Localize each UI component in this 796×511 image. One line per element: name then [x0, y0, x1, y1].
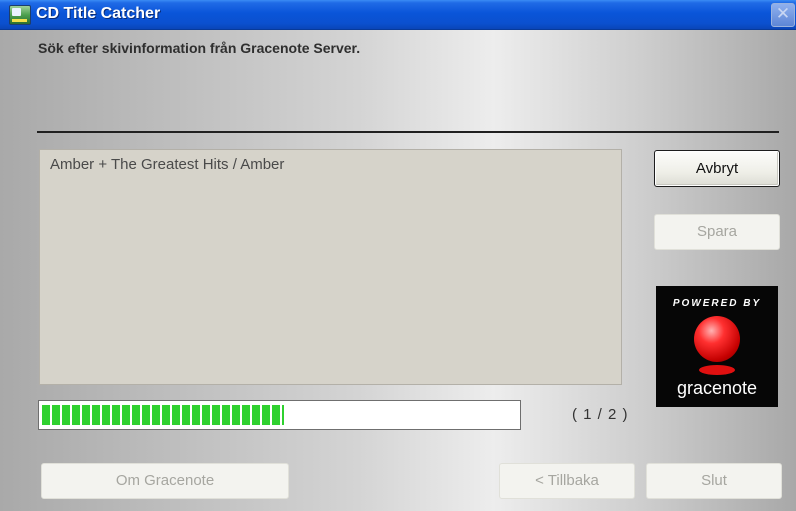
app-icon[interactable]	[9, 5, 31, 25]
back-button[interactable]: < Tillbaka	[499, 463, 635, 499]
about-gracenote-button[interactable]: Om Gracenote	[41, 463, 289, 499]
gracenote-ball-icon	[694, 316, 740, 362]
title-bar[interactable]: CD Title Catcher ✕	[0, 0, 796, 30]
gracenote-logo: POWERED BY gracenote	[656, 286, 778, 407]
window-title: CD Title Catcher	[36, 5, 161, 22]
progress-bar	[38, 400, 521, 430]
close-icon[interactable]: ✕	[771, 3, 795, 27]
result-list[interactable]: Amber + The Greatest Hits / Amber	[39, 149, 622, 385]
logo-tagline: POWERED BY	[672, 298, 762, 309]
cancel-button[interactable]: Avbryt	[654, 150, 780, 187]
finish-button[interactable]: Slut	[646, 463, 782, 499]
gracenote-base-icon	[699, 365, 735, 375]
save-button[interactable]: Spara	[654, 214, 780, 250]
cd-title-catcher-window: CD Title Catcher ✕ Sök efter skivinforma…	[0, 0, 796, 511]
list-item[interactable]: Amber + The Greatest Hits / Amber	[50, 156, 284, 173]
progress-fill	[42, 405, 285, 425]
app-icon-bar	[12, 19, 27, 22]
app-icon-disc	[12, 8, 21, 16]
separator-line	[37, 131, 779, 133]
progress-counter: ( 1 / 2 )	[572, 406, 629, 423]
page-subtitle: Sök efter skivinformation från Gracenote…	[38, 40, 361, 56]
logo-brand: gracenote	[676, 378, 758, 398]
progress-track	[42, 405, 517, 425]
